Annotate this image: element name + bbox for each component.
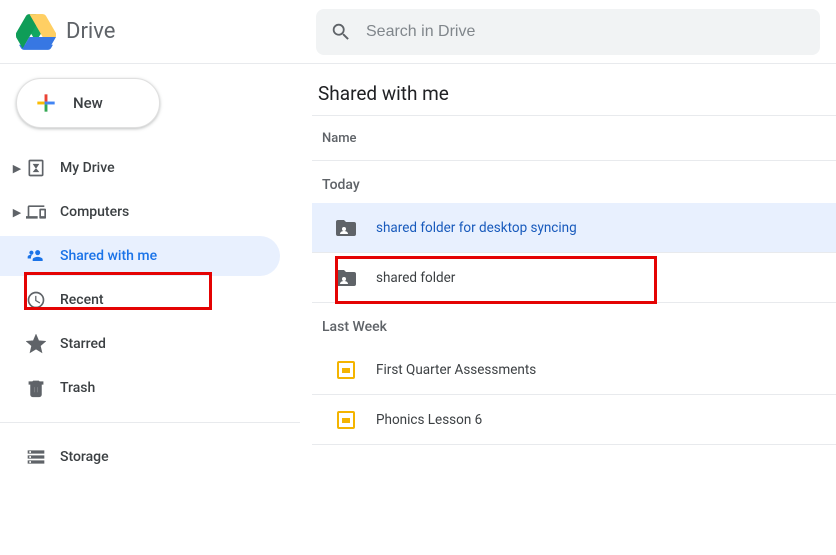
nav-label: Computers bbox=[60, 204, 129, 220]
group-header: Last Week bbox=[312, 303, 836, 345]
drive-logo-icon bbox=[16, 12, 56, 52]
file-row[interactable]: shared folder for desktop syncing bbox=[312, 203, 836, 253]
slides-icon bbox=[334, 411, 358, 429]
nav-label: Trash bbox=[60, 380, 95, 396]
file-name: First Quarter Assessments bbox=[376, 362, 536, 378]
new-button-label: New bbox=[73, 94, 103, 112]
sidebar: New ▶ My Drive ▶ Computers Shared with me Rec… bbox=[0, 64, 300, 555]
nav-label: Shared with me bbox=[60, 248, 157, 264]
file-row[interactable]: First Quarter Assessments bbox=[312, 345, 836, 395]
logo-section[interactable]: Drive bbox=[16, 12, 316, 52]
slides-icon bbox=[334, 361, 358, 379]
sidebar-item-mydrive[interactable]: ▶ My Drive bbox=[0, 148, 280, 188]
shared-folder-icon bbox=[334, 266, 358, 290]
drive-icon bbox=[26, 158, 60, 178]
computers-icon bbox=[26, 202, 60, 222]
sidebar-item-trash[interactable]: Trash bbox=[0, 368, 280, 408]
page-title: Shared with me bbox=[312, 64, 836, 115]
app-name: Drive bbox=[66, 19, 115, 44]
nav-label: Recent bbox=[60, 292, 104, 308]
star-icon bbox=[26, 334, 60, 354]
file-name: shared folder bbox=[376, 270, 455, 286]
group-header: Today bbox=[312, 161, 836, 203]
nav-label: My Drive bbox=[60, 160, 115, 176]
file-row[interactable]: shared folder bbox=[312, 253, 836, 303]
storage-label: Storage bbox=[60, 449, 109, 465]
app-header: Drive bbox=[0, 0, 836, 64]
trash-icon bbox=[26, 378, 60, 398]
new-button[interactable]: New bbox=[16, 78, 160, 128]
shared-folder-icon bbox=[334, 216, 358, 240]
search-icon bbox=[330, 21, 352, 43]
plus-icon bbox=[33, 90, 59, 116]
sidebar-divider bbox=[0, 422, 300, 423]
sidebar-item-starred[interactable]: Starred bbox=[0, 324, 280, 364]
column-header-row[interactable]: Name bbox=[312, 115, 836, 161]
file-name: Phonics Lesson 6 bbox=[376, 412, 482, 428]
file-row[interactable]: Phonics Lesson 6 bbox=[312, 395, 836, 445]
sidebar-item-recent[interactable]: Recent bbox=[0, 280, 280, 320]
shared-icon bbox=[26, 246, 60, 266]
nav-label: Starred bbox=[60, 336, 106, 352]
column-name: Name bbox=[322, 131, 357, 146]
sidebar-item-shared[interactable]: Shared with me bbox=[0, 236, 280, 276]
search-input[interactable] bbox=[366, 23, 806, 41]
sidebar-item-computers[interactable]: ▶ Computers bbox=[0, 192, 280, 232]
chevron-right-icon[interactable]: ▶ bbox=[8, 162, 26, 175]
search-bar[interactable] bbox=[316, 9, 820, 55]
clock-icon bbox=[26, 290, 60, 310]
storage-icon bbox=[26, 447, 60, 467]
main-content: Shared with me Name Today shared folder f… bbox=[300, 64, 836, 555]
chevron-right-icon[interactable]: ▶ bbox=[8, 206, 26, 219]
sidebar-item-storage[interactable]: Storage bbox=[0, 437, 280, 477]
file-name: shared folder for desktop syncing bbox=[376, 220, 577, 236]
